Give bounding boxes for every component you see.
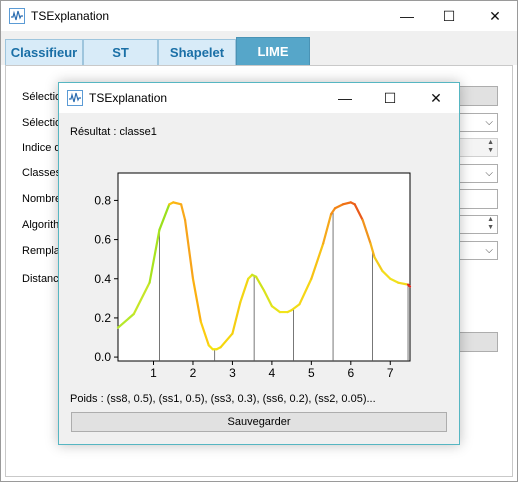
tab-st[interactable]: ST bbox=[83, 39, 158, 65]
app-icon bbox=[67, 90, 83, 106]
x-tick-label-5: 6 bbox=[347, 366, 354, 380]
explanation-dialog: TSExplanation — ☐ ✕ Résultat : classe1 0… bbox=[58, 82, 460, 445]
browse-button[interactable] bbox=[458, 86, 498, 106]
plot-area bbox=[117, 172, 411, 362]
form-label-algorithme: Algorith bbox=[22, 219, 60, 231]
chevron-down-icon: ⌵ bbox=[485, 117, 493, 128]
lime-explanation-chart: 0.0 0.2 0.4 0.6 0.8 1 2 3 4 5 6 7 bbox=[94, 172, 412, 380]
app-icon bbox=[9, 8, 25, 24]
y-tick-label-1: 0.2 bbox=[94, 311, 111, 325]
maximize-button[interactable]: ☐ bbox=[429, 1, 469, 31]
dialog-minimize-button[interactable]: — bbox=[325, 83, 365, 113]
main-window-title: TSExplanation bbox=[31, 9, 110, 23]
form-label-nombre: Nombre bbox=[22, 193, 62, 205]
y-tick-label-3: 0.6 bbox=[94, 233, 111, 247]
save-button[interactable]: Sauvegarder bbox=[71, 412, 447, 432]
curve-segment-38 bbox=[406, 283, 412, 288]
main-titlebar[interactable]: TSExplanation — ☐ ✕ bbox=[1, 1, 517, 31]
run-button[interactable] bbox=[458, 332, 498, 352]
x-tick-label-0: 1 bbox=[150, 366, 157, 380]
dialog-body: Résultat : classe1 0.0 0.2 0.4 0.6 0.8 12345… bbox=[59, 113, 459, 444]
selection-dropdown[interactable]: ⌵ bbox=[458, 113, 498, 132]
form-label-classes: Classes bbox=[22, 167, 62, 179]
form-label-selection-1: Sélectio bbox=[22, 91, 62, 103]
chevron-down-icon: ⌵ bbox=[485, 245, 493, 256]
tab-lime[interactable]: LIME bbox=[236, 37, 310, 65]
dialog-close-button[interactable]: ✕ bbox=[416, 83, 456, 113]
nombre-input[interactable] bbox=[458, 189, 498, 209]
dialog-title: TSExplanation bbox=[89, 91, 168, 105]
classes-dropdown[interactable]: ⌵ bbox=[458, 164, 498, 183]
minimize-button[interactable]: — bbox=[387, 1, 427, 31]
tab-strip: Classifieur ST Shapelet LIME bbox=[1, 31, 517, 65]
weights-label: Poids : (ss8, 0.5), (ss1, 0.5), (ss3, 0.… bbox=[70, 393, 376, 405]
spin-arrows-icon: ▲ ▼ bbox=[487, 139, 494, 154]
tab-shapelet[interactable]: Shapelet bbox=[158, 39, 236, 65]
x-tick-label-3: 4 bbox=[269, 366, 276, 380]
y-tick-label-4: 0.8 bbox=[94, 193, 111, 207]
form-label-indice: Indice d bbox=[22, 142, 61, 154]
x-tick-label-2: 3 bbox=[229, 366, 236, 380]
remplacement-dropdown[interactable]: ⌵ bbox=[458, 241, 498, 260]
x-tick-label-4: 5 bbox=[308, 366, 315, 380]
tab-classifieur[interactable]: Classifieur bbox=[5, 39, 83, 65]
chevron-down-icon: ⌵ bbox=[485, 168, 493, 179]
spin-arrows-icon: ▲ ▼ bbox=[487, 216, 494, 231]
form-label-selection-2: Sélectio bbox=[22, 117, 62, 129]
y-tick-label-0: 0.0 bbox=[94, 350, 111, 364]
algorithme-spinbox[interactable]: ▲ ▼ bbox=[458, 215, 498, 234]
dialog-maximize-button[interactable]: ☐ bbox=[370, 83, 410, 113]
dialog-titlebar[interactable]: TSExplanation — ☐ ✕ bbox=[59, 83, 459, 113]
close-button[interactable]: ✕ bbox=[475, 1, 515, 31]
indice-spinbox[interactable]: ▲ ▼ bbox=[458, 138, 498, 157]
x-axis: 1 2 3 4 5 6 7 bbox=[150, 361, 394, 380]
y-axis: 0.0 0.2 0.4 0.6 0.8 bbox=[94, 193, 118, 364]
x-tick-label-6: 7 bbox=[387, 366, 394, 380]
y-tick-label-2: 0.4 bbox=[94, 272, 111, 286]
x-tick-label-1: 2 bbox=[190, 366, 197, 380]
